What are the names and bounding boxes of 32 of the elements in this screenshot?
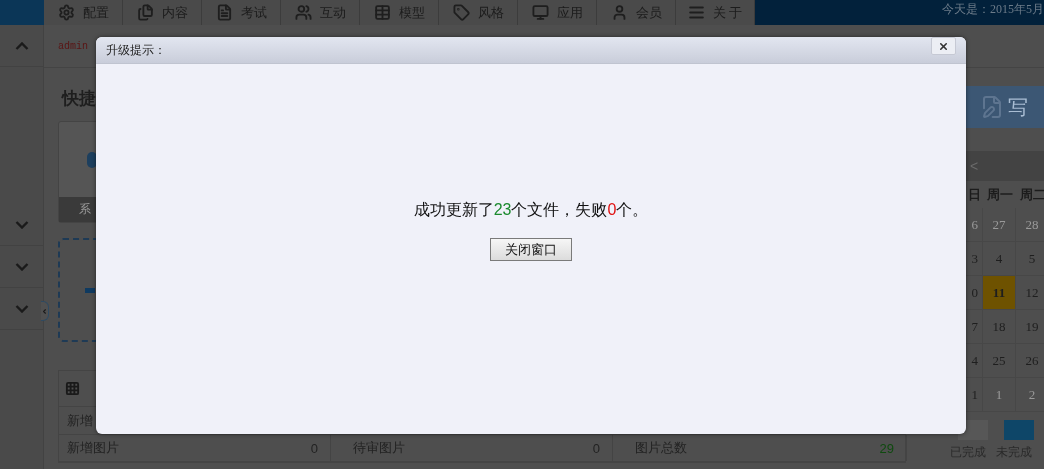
logo-block: [0, 0, 44, 25]
dialog-title: 升级提示：: [106, 41, 166, 59]
write-button[interactable]: 写: [966, 86, 1044, 128]
tag-icon: [452, 4, 470, 21]
collapse-handle[interactable]: [41, 301, 49, 321]
prev-month-button[interactable]: <: [970, 158, 979, 174]
date-text: 今天是：2015年5月: [942, 1, 1044, 18]
calendar-day[interactable]: 27: [983, 208, 1016, 242]
stat-value: 29: [879, 440, 894, 456]
grid-icon: [65, 381, 80, 396]
user-name[interactable]: admin: [58, 40, 88, 52]
calendar-day[interactable]: 2: [1016, 378, 1044, 412]
document-icon: [215, 4, 233, 21]
result-message: 成功更新了23个文件，失败0个。: [413, 200, 649, 220]
chevron-down-icon: [14, 262, 29, 271]
chevron-down-icon: [14, 220, 29, 229]
menu-icon: [687, 4, 705, 21]
settings-icon: [57, 4, 75, 21]
chevron-down-icon: [14, 304, 29, 313]
calendar-day[interactable]: 1: [983, 378, 1016, 412]
minus-icon: [85, 287, 95, 293]
close-icon: [938, 40, 949, 52]
files-icon: [136, 4, 154, 21]
calendar-day[interactable]: 28: [1016, 208, 1044, 242]
close-window-button[interactable]: 关闭窗口: [490, 238, 572, 261]
users-icon: [294, 4, 312, 21]
calendar-day[interactable]: 11: [983, 276, 1016, 310]
table-icon: [373, 4, 391, 21]
edit-document-icon: [980, 95, 1004, 119]
chevron-up-icon: [14, 41, 29, 50]
monitor-icon: [531, 4, 549, 21]
close-button[interactable]: [931, 37, 956, 55]
